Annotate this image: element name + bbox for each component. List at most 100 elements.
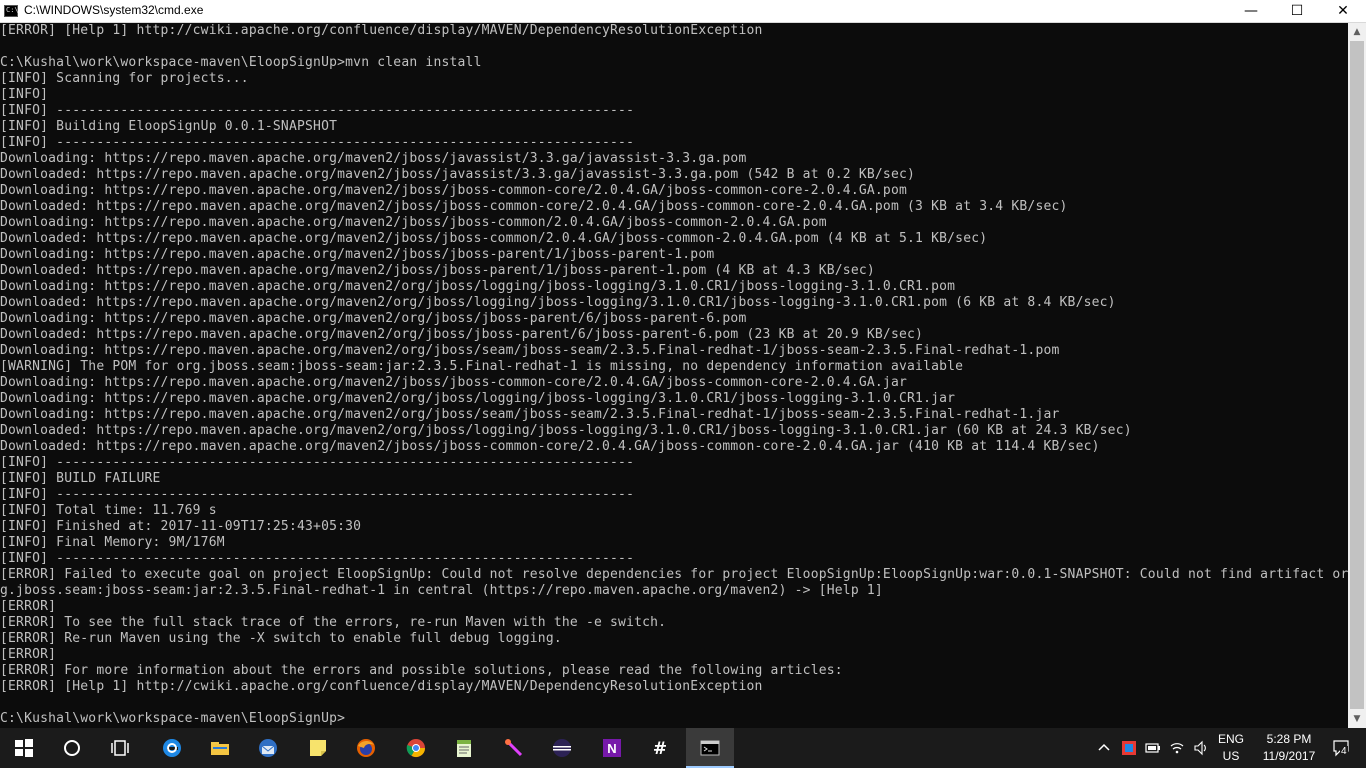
console-line: Downloaded: https://repo.maven.apache.or… — [0, 231, 988, 246]
console-line: [INFO] Total time: 11.769 s — [0, 503, 217, 518]
scroll-up-arrow-icon[interactable]: ▲ — [1348, 23, 1366, 41]
sticky-notes-button[interactable] — [294, 728, 342, 768]
console-line: C:\Kushal\work\workspace-maven\EloopSign… — [0, 711, 346, 726]
console-line: Downloaded: https://repo.maven.apache.or… — [0, 199, 1068, 214]
console-line: [INFO] ---------------------------------… — [0, 455, 635, 470]
onenote-button[interactable]: N — [588, 728, 636, 768]
console-line: [ERROR] [Help 1] http://cwiki.apache.org… — [0, 23, 763, 38]
slack-icon: # — [653, 739, 667, 758]
onenote-icon: N — [603, 739, 621, 757]
svg-text:#: # — [653, 739, 667, 758]
console-line: [INFO] Building EloopSignUp 0.0.1-SNAPSH… — [0, 119, 338, 134]
notification-count: 4 — [1340, 746, 1348, 757]
chrome-button[interactable] — [392, 728, 440, 768]
cmd-window: C:\ C:\WINDOWS\system32\cmd.exe — ☐ ✕ [E… — [0, 0, 1366, 728]
speaker-icon — [1194, 740, 1206, 756]
file-explorer-button[interactable] — [196, 728, 244, 768]
title-bar[interactable]: C:\ C:\WINDOWS\system32\cmd.exe — ☐ ✕ — [0, 0, 1366, 23]
chevron-up-icon — [1098, 743, 1110, 751]
console-line: Downloaded: https://repo.maven.apache.or… — [0, 327, 924, 342]
console-line: Downloading: https://repo.maven.apache.o… — [0, 311, 747, 326]
firefox-button[interactable] — [342, 728, 390, 768]
console-line: Downloading: https://repo.maven.apache.o… — [0, 151, 747, 166]
battery-button[interactable] — [1142, 728, 1164, 768]
console-line: [ERROR] For more information about the e… — [0, 663, 843, 678]
console-line: [ERROR] Re-run Maven using the -X switch… — [0, 631, 562, 646]
console-line: [ERROR] Failed to execute goal on projec… — [0, 567, 1348, 582]
show-hidden-icons-button[interactable] — [1094, 728, 1114, 768]
tool-button[interactable] — [490, 728, 538, 768]
console-line: Downloaded: https://repo.maven.apache.or… — [0, 439, 1100, 454]
console-line: C:\Kushal\work\workspace-maven\EloopSign… — [0, 55, 482, 70]
console-line: [WARNING] The POM for org.jboss.seam:jbo… — [0, 359, 964, 374]
task-view-button[interactable] — [96, 728, 144, 768]
console-line: [INFO] Final Memory: 9M/176M — [0, 535, 225, 550]
vertical-scrollbar[interactable]: ▲ ▼ — [1348, 23, 1366, 728]
task-view-icon — [111, 740, 129, 756]
edge-button[interactable] — [148, 728, 196, 768]
console-line: [INFO] Scanning for projects... — [0, 71, 249, 86]
language-code: ENG — [1217, 732, 1244, 746]
eclipse-button[interactable] — [538, 728, 586, 768]
volume-button[interactable] — [1190, 728, 1212, 768]
console-line: Downloading: https://repo.maven.apache.o… — [0, 343, 1060, 358]
clock-date: 11/9/2017 — [1262, 749, 1316, 763]
console-line: Downloaded: https://repo.maven.apache.or… — [0, 263, 875, 278]
console-line: Downloaded: https://repo.maven.apache.or… — [0, 423, 1132, 438]
console-line: [ERROR] — [0, 599, 57, 614]
thunderbird-button[interactable] — [244, 728, 292, 768]
minimize-button[interactable]: — — [1228, 0, 1274, 22]
console-line: [INFO] ---------------------------------… — [0, 551, 635, 566]
console-line: [INFO] ---------------------------------… — [0, 103, 635, 118]
eclipse-icon — [553, 739, 571, 757]
svg-text:N: N — [607, 741, 616, 756]
search-circle-icon — [64, 740, 80, 756]
console-line: Downloading: https://repo.maven.apache.o… — [0, 247, 715, 262]
taskbar: N # ENG US 5:28 PM 11/9/2017 4 — [0, 728, 1366, 768]
console-line: Downloading: https://repo.maven.apache.o… — [0, 279, 956, 294]
scroll-down-arrow-icon[interactable]: ▼ — [1348, 710, 1366, 728]
start-button[interactable] — [0, 728, 48, 768]
firefox-icon — [357, 739, 375, 757]
notepad-plus-button[interactable] — [440, 728, 488, 768]
folder-icon — [211, 742, 229, 755]
cmd-icon[interactable]: C:\ — [4, 5, 19, 17]
console-line: [INFO] Finished at: 2017-11-09T17:25:43+… — [0, 519, 362, 534]
scrollbar-thumb[interactable] — [1350, 41, 1364, 709]
clock-time: 5:28 PM — [1266, 732, 1312, 746]
tray-app-button[interactable] — [1118, 728, 1140, 768]
chrome-icon — [406, 739, 425, 758]
close-button[interactable]: ✕ — [1320, 0, 1366, 22]
action-center-button[interactable]: 4 — [1322, 728, 1362, 768]
notepad-plus-icon — [457, 740, 471, 757]
cortana-button[interactable] — [48, 728, 96, 768]
console-line: Downloading: https://repo.maven.apache.o… — [0, 375, 908, 390]
thunderbird-icon — [259, 739, 277, 757]
console-line: [ERROR] [Help 1] http://cwiki.apache.org… — [0, 679, 763, 694]
slack-button[interactable]: # — [636, 728, 684, 768]
cmd-icon — [700, 740, 720, 756]
edge-icon — [163, 739, 181, 757]
console-line: Downloaded: https://repo.maven.apache.or… — [0, 167, 916, 182]
tray-app-icon — [1122, 741, 1136, 755]
window-title: C:\WINDOWS\system32\cmd.exe — [24, 3, 204, 17]
wifi-button[interactable] — [1166, 728, 1188, 768]
console-output[interactable]: [ERROR] [Help 1] http://cwiki.apache.org… — [0, 23, 1348, 728]
console-line: [INFO] ---------------------------------… — [0, 135, 635, 150]
console-line: [INFO] BUILD FAILURE — [0, 471, 161, 486]
sticky-note-icon — [310, 740, 326, 756]
region-code: US — [1222, 749, 1240, 763]
console-line: [INFO] — [0, 87, 49, 102]
console-line: Downloading: https://repo.maven.apache.o… — [0, 407, 1060, 422]
cmd-button[interactable] — [686, 728, 734, 768]
console-line: Downloading: https://repo.maven.apache.o… — [0, 215, 827, 230]
console-line: Downloading: https://repo.maven.apache.o… — [0, 391, 956, 406]
maximize-button[interactable]: ☐ — [1274, 0, 1320, 22]
battery-icon — [1145, 743, 1160, 753]
console-line: [INFO] ---------------------------------… — [0, 487, 635, 502]
console-line: [ERROR] To see the full stack trace of t… — [0, 615, 667, 630]
wand-icon — [505, 739, 523, 757]
console-line: [ERROR] — [0, 647, 57, 662]
